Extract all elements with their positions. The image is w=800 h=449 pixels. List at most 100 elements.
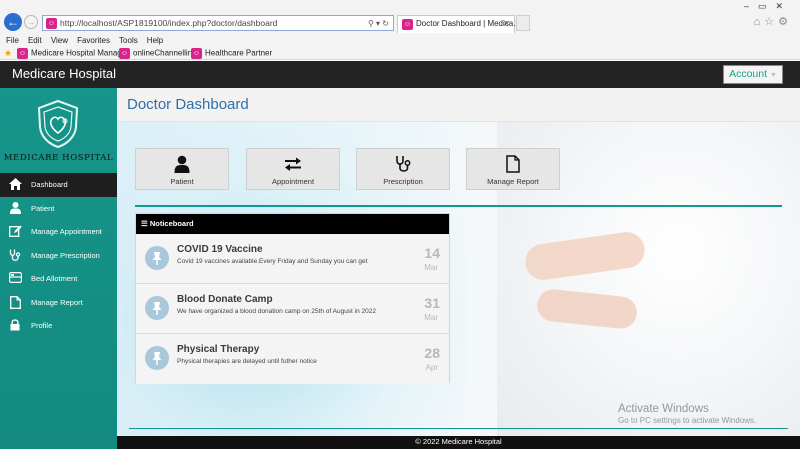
- notice-description: We have organized a blood donation camp …: [177, 308, 376, 315]
- sidebar-item-label: Manage Report: [31, 297, 83, 307]
- back-arrow-icon[interactable]: ←: [4, 13, 22, 31]
- favorite-link[interactable]: ☺ Healthcare Partner: [191, 48, 272, 59]
- menu-help[interactable]: Help: [147, 36, 163, 45]
- pushpin-icon: [145, 346, 169, 370]
- quick-link-appointment-button[interactable]: Appointment: [246, 148, 340, 190]
- sidebar-item-profile[interactable]: Profile: [0, 314, 117, 338]
- notice-title: COVID 19 Vaccine: [177, 244, 263, 255]
- file-icon: [8, 295, 22, 310]
- home-icon: [8, 178, 22, 192]
- list-icon: ☰: [141, 219, 148, 228]
- notice-title: Physical Therapy: [177, 344, 260, 355]
- noticeboard-panel: ☰ Noticeboard COVID 19 Vaccine Covid 19 …: [135, 213, 450, 384]
- divider-line: [135, 205, 782, 207]
- account-dropdown-button[interactable]: Account ▼: [723, 65, 783, 84]
- browser-toolbar: ← → ☺ http://localhost/ASP1819100/index.…: [0, 0, 800, 34]
- new-tab-button[interactable]: [516, 15, 530, 31]
- page-header: Doctor Dashboard: [117, 88, 800, 122]
- sidebar: MEDICARE HOSPITAL Dashboard Patient Mana…: [0, 88, 117, 449]
- user-icon: [173, 155, 191, 173]
- sidebar-item-manage-appointment[interactable]: Manage Appointment: [0, 220, 117, 244]
- footer-divider: [129, 428, 788, 429]
- notice-item[interactable]: Blood Donate Camp We have organized a bl…: [136, 284, 449, 334]
- exchange-icon: [284, 155, 302, 173]
- search-refresh-icons[interactable]: ⚲ ▾ ↻: [368, 17, 389, 30]
- menu-edit[interactable]: Edit: [28, 36, 42, 45]
- sidebar-item-label: Patient: [31, 203, 55, 213]
- sidebar-item-manage-report[interactable]: Manage Report: [0, 291, 117, 315]
- browser-menubar: File Edit View Favorites Tools Help: [0, 34, 800, 46]
- tab-close-icon[interactable]: ✕: [503, 19, 510, 28]
- menu-view[interactable]: View: [51, 36, 68, 45]
- notice-item[interactable]: COVID 19 Vaccine Covid 19 vaccines avail…: [136, 234, 449, 284]
- lock-icon: [8, 319, 22, 333]
- sidebar-item-label: Profile: [31, 321, 53, 330]
- activate-windows-watermark: Activate Windows Go to PC settings to ac…: [618, 403, 756, 425]
- window-controls[interactable]: –▭✕: [744, 1, 792, 12]
- notice-month: Apr: [425, 363, 438, 372]
- site-favicon-icon: ☺: [46, 18, 57, 29]
- notice-month: Mar: [424, 313, 438, 322]
- tab-favicon-icon: ☺: [402, 19, 413, 30]
- sidebar-item-label: Manage Appointment: [31, 227, 102, 236]
- notice-description: Physical therapies are delayed until fut…: [177, 358, 317, 365]
- favorites-bar: ★ ☺ Medicare Hospital Manag... ☺ onlineCha…: [0, 46, 800, 60]
- sidebar-item-manage-prescription[interactable]: Manage Prescription: [0, 244, 117, 268]
- notice-day: 14: [424, 245, 440, 261]
- browser-tab[interactable]: ☺ Doctor Dashboard | Medica... ✕: [397, 15, 520, 33]
- footer: © 2022 Medicare Hospital: [117, 436, 800, 449]
- stethoscope-icon: [8, 249, 22, 263]
- favorite-favicon-icon: ☺: [17, 48, 28, 59]
- favorite-favicon-icon: ☺: [191, 48, 202, 59]
- user-icon: [8, 201, 22, 216]
- noticeboard-header: ☰ Noticeboard: [136, 214, 449, 234]
- quick-link-prescription-button[interactable]: Prescription: [356, 148, 450, 190]
- page-title: Doctor Dashboard: [127, 96, 249, 113]
- favorite-link[interactable]: ☺ Medicare Hospital Manag...: [17, 48, 128, 59]
- watermark-line-1: Activate Windows: [618, 403, 709, 415]
- sidebar-item-label: Manage Prescription: [31, 250, 100, 260]
- url-text[interactable]: http://localhost/ASP1819100/index.php?do…: [60, 17, 277, 30]
- favorite-favicon-icon: ☺: [119, 48, 130, 59]
- edit-icon: [8, 225, 22, 239]
- menu-tools[interactable]: Tools: [119, 36, 138, 45]
- quick-link-patient-button[interactable]: Patient: [135, 148, 229, 190]
- favorite-link[interactable]: ☺ onlineChannelling: [119, 48, 197, 59]
- sidebar-item-label: Bed Allotment: [31, 274, 78, 283]
- quick-link-manage-report-button[interactable]: Manage Report: [466, 148, 560, 190]
- quick-link-label: Appointment: [271, 177, 315, 186]
- quick-link-label: Prescription: [383, 177, 423, 186]
- stethoscope-icon: [394, 155, 412, 173]
- sidebar-menu: Dashboard Patient Manage Appointment Man…: [0, 173, 117, 338]
- main-content: Doctor Dashboard Patient Appointment Pre…: [117, 88, 800, 449]
- noticeboard-title: Noticeboard: [149, 219, 194, 228]
- forward-arrow-icon[interactable]: →: [24, 15, 38, 29]
- sidebar-item-label: Dashboard: [31, 180, 68, 189]
- shield-heart-logo-icon: [37, 99, 79, 149]
- watermark-line-2: Go to PC settings to activate Windows.: [618, 416, 757, 425]
- quick-link-label: Manage Report: [487, 177, 539, 186]
- notice-title: Blood Donate Camp: [177, 294, 273, 305]
- brand-name[interactable]: Medicare Hospital: [12, 66, 116, 81]
- pushpin-icon: [145, 246, 169, 270]
- notice-month: Mar: [424, 263, 438, 272]
- logo-text: MEDICARE HOSPITAL: [3, 153, 114, 163]
- sidebar-item-bed-allotment[interactable]: Bed Allotment: [0, 267, 117, 291]
- notice-description: Covid 19 vaccines available.Every Friday…: [177, 258, 368, 265]
- favorites-star-icon[interactable]: ★: [4, 48, 12, 59]
- sidebar-item-dashboard[interactable]: Dashboard: [0, 173, 117, 197]
- address-bar[interactable]: ☺ http://localhost/ASP1819100/index.php?…: [42, 15, 394, 31]
- browser-tool-icons[interactable]: ⌂☆⚙: [754, 15, 792, 28]
- quick-link-label: Patient: [170, 177, 194, 186]
- app-header: Medicare Hospital Account ▼: [0, 61, 800, 88]
- menu-favorites[interactable]: Favorites: [77, 36, 110, 45]
- bed-icon: [8, 272, 22, 286]
- notice-item[interactable]: Physical Therapy Physical therapies are …: [136, 334, 449, 384]
- menu-file[interactable]: File: [6, 36, 19, 45]
- footer-copyright: © 2022 Medicare Hospital: [415, 437, 502, 446]
- hospital-logo: MEDICARE HOSPITAL: [0, 93, 117, 163]
- file-icon: [504, 155, 522, 173]
- pushpin-icon: [145, 296, 169, 320]
- notice-day: 31: [424, 295, 440, 311]
- sidebar-item-patient[interactable]: Patient: [0, 197, 117, 221]
